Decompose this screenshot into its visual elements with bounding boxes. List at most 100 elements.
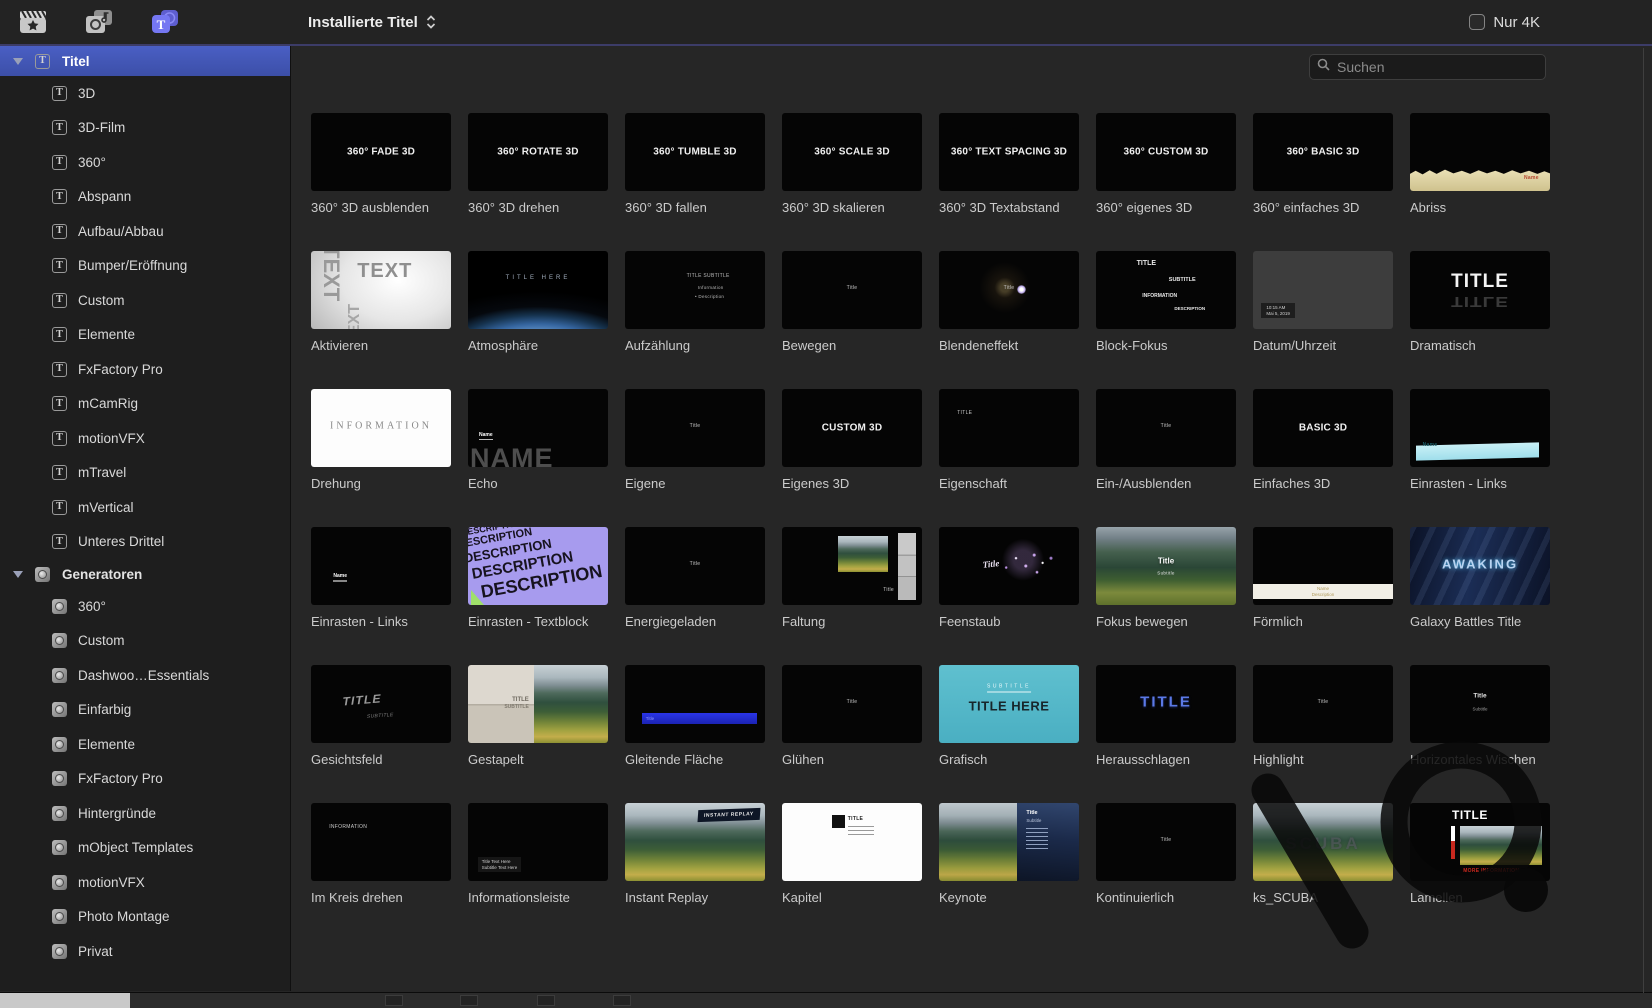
thumb-decor: TEXT <box>318 251 344 301</box>
grid-item[interactable]: TITLEHerausschlagen <box>1096 665 1237 803</box>
sidebar-item[interactable]: 360° <box>0 589 290 624</box>
sidebar-item[interactable]: Custom <box>0 283 290 318</box>
sidebar-item[interactable]: Dashwoo…Essentials <box>0 658 290 693</box>
grid-item[interactable]: 360° BASIC 3D360° einfaches 3D <box>1253 113 1394 251</box>
grid-item[interactable]: TitleEin-/Ausblenden <box>1096 389 1237 527</box>
grid-item[interactable]: NameEinrasten - Links <box>1410 389 1551 527</box>
grid-item[interactable]: INFORMATIONDrehung <box>311 389 452 527</box>
grid-item[interactable]: TitleEnergiegeladen <box>625 527 766 665</box>
thumb-decor <box>939 803 1017 881</box>
search-input[interactable] <box>1335 58 1538 76</box>
grid-item[interactable]: CUSTOM 3DEigenes 3D <box>782 389 923 527</box>
grid-item[interactable]: TitleSubtitleHorizontales Wischen <box>1410 665 1551 803</box>
thumb-decor: Title <box>690 561 701 567</box>
sidebar-item[interactable]: Bumper/Eröffnung <box>0 249 290 284</box>
sidebar-item[interactable]: Abspann <box>0 180 290 215</box>
grid-item[interactable]: TitleGlühen <box>782 665 923 803</box>
grid-item[interactable]: TITLEKapitel <box>782 803 923 941</box>
grid-item[interactable]: TitleFaltung <box>782 527 923 665</box>
grid-item[interactable]: TitleFeenstaub <box>939 527 1080 665</box>
grid-item[interactable]: DESCRIPTIONDESCRIPTIONDESCRIPTIONDESCRIP… <box>468 527 609 665</box>
grid-item[interactable]: TEXTTEXTTEXTAktivieren <box>311 251 452 389</box>
sidebar-item[interactable]: 360° <box>0 145 290 180</box>
grid-item[interactable]: TITLE SUBTITLEInformation• DescriptionAu… <box>625 251 766 389</box>
grid-item[interactable]: BASIC 3DEinfaches 3D <box>1253 389 1394 527</box>
grid-item[interactable]: TITLETITLEDramatisch <box>1410 251 1551 389</box>
sidebar-item[interactable]: mCamRig <box>0 387 290 422</box>
grid-item[interactable]: TitleEigene <box>625 389 766 527</box>
installed-titles-dropdown[interactable]: Installierte Titel <box>308 14 436 31</box>
grid-item-label: Highlight <box>1253 751 1381 768</box>
sidebar-item[interactable]: Hintergründe <box>0 796 290 831</box>
sidebar-item[interactable]: FxFactory Pro <box>0 352 290 387</box>
grid-item[interactable]: NameAbriss <box>1410 113 1551 251</box>
thumbnail: SCUBA <box>1253 803 1393 881</box>
grid-item[interactable]: NAMENameEcho <box>468 389 609 527</box>
sidebar-item[interactable]: Photo Montage <box>0 900 290 935</box>
grid-item[interactable]: AWAKINGGalaxy Battles Title <box>1410 527 1551 665</box>
grid-item-label: 360° einfaches 3D <box>1253 199 1381 216</box>
thumb-decor: 360° TEXT SPACING 3D <box>939 146 1079 157</box>
grid-item[interactable]: NameEinrasten - Links <box>311 527 452 665</box>
grid-item[interactable]: 360° TEXT SPACING 3D360° 3D Textabstand <box>939 113 1080 251</box>
sidebar-item[interactable]: motionVFX <box>0 865 290 900</box>
sidebar-item[interactable]: Aufbau/Abbau <box>0 214 290 249</box>
grid-item[interactable]: 360° SCALE 3D360° 3D skalieren <box>782 113 923 251</box>
sidebar-item[interactable]: Elemente <box>0 727 290 762</box>
grid-item[interactable]: TITLEMORE INFORMATIONLamellen <box>1410 803 1551 941</box>
sidebar-item[interactable]: Elemente <box>0 318 290 353</box>
sidebar-item[interactable]: mTravel <box>0 456 290 491</box>
thumbnail: Title <box>1096 389 1236 467</box>
grid-item[interactable]: 360° FADE 3D360° 3D ausblenden <box>311 113 452 251</box>
grid-item[interactable]: TitleGleitende Fläche <box>625 665 766 803</box>
grid-item[interactable]: TITLE HEREAtmosphäre <box>468 251 609 389</box>
titles-generators-icon[interactable]: T <box>148 7 182 37</box>
sidebar-item[interactable]: motionVFX <box>0 421 290 456</box>
grid-item[interactable]: TitleSubtitleFokus bewegen <box>1096 527 1237 665</box>
grid-item[interactable]: TITLEEigenschaft <box>939 389 1080 527</box>
grid-item[interactable]: TitleKontinuierlich <box>1096 803 1237 941</box>
clapperboard-icon[interactable] <box>16 7 50 37</box>
title-icon <box>52 120 67 135</box>
grid-item-label: Echo <box>468 475 596 492</box>
sidebar-item[interactable]: 3D-Film <box>0 111 290 146</box>
only-4k-toggle[interactable]: Nur 4K <box>1469 14 1540 31</box>
grid-item[interactable]: 360° TUMBLE 3D360° 3D fallen <box>625 113 766 251</box>
sidebar-item[interactable]: Einfarbig <box>0 693 290 728</box>
sidebar-item[interactable]: mObject Templates <box>0 831 290 866</box>
grid-item[interactable]: TITLESUBTITLEINFORMATIONDESCRIPTIONBlock… <box>1096 251 1237 389</box>
grid-item[interactable]: TitleHighlight <box>1253 665 1394 803</box>
grid-item-label: Eigene <box>625 475 753 492</box>
sidebar-item[interactable]: Custom <box>0 624 290 659</box>
grid-item[interactable]: NameDescriptionFörmlich <box>1253 527 1394 665</box>
grid-item[interactable]: TITLESUBTITLEGestapelt <box>468 665 609 803</box>
thumb-decor: Title Text HereSubtitle Text Here <box>478 857 521 872</box>
grid-item[interactable]: Title Text HereSubtitle Text HereInforma… <box>468 803 609 941</box>
sidebar-item[interactable]: Privat <box>0 934 290 969</box>
sidebar-item[interactable]: FxFactory Pro <box>0 762 290 797</box>
sidebar-item[interactable]: 3D <box>0 76 290 111</box>
only-4k-checkbox[interactable] <box>1469 14 1485 30</box>
thumbnail: Title <box>1096 803 1236 881</box>
grid-item[interactable]: SUBTITLETITLE HEREGrafisch <box>939 665 1080 803</box>
thumbnail: 360° FADE 3D <box>311 113 451 191</box>
sidebar-item-label: FxFactory Pro <box>78 362 163 377</box>
grid-item[interactable]: INSTANT REPLAYInstant Replay <box>625 803 766 941</box>
sidebar-item[interactable]: Unteres Drittel <box>0 525 290 560</box>
sidebar-item[interactable]: mVertical <box>0 490 290 525</box>
grid-item[interactable]: SCUBAks_SCUBA <box>1253 803 1394 941</box>
grid-item[interactable]: 10:15 AMMai 5, 2019Datum/Uhrzeit <box>1253 251 1394 389</box>
sidebar-section-titel[interactable]: Titel <box>0 46 290 76</box>
search-field[interactable] <box>1309 54 1546 80</box>
grid-item[interactable]: 360° CUSTOM 3D360° eigenes 3D <box>1096 113 1237 251</box>
grid-item[interactable]: TITLESUBTITLEGesichtsfeld <box>311 665 452 803</box>
grid-item[interactable]: 360° ROTATE 3D360° 3D drehen <box>468 113 609 251</box>
grid-item[interactable]: TitleSubtitleKeynote <box>939 803 1080 941</box>
thumb-decor: SUBTITLE <box>1169 277 1196 283</box>
grid-item[interactable]: TitleBewegen <box>782 251 923 389</box>
sidebar-section-generatoren[interactable]: Generatoren <box>0 559 290 589</box>
grid-item[interactable]: INFORMATIONIm Kreis drehen <box>311 803 452 941</box>
grid-item[interactable]: TitleBlendeneffekt <box>939 251 1080 389</box>
photos-audio-icon[interactable] <box>82 7 116 37</box>
thumbnail: TITLE <box>1096 665 1236 743</box>
